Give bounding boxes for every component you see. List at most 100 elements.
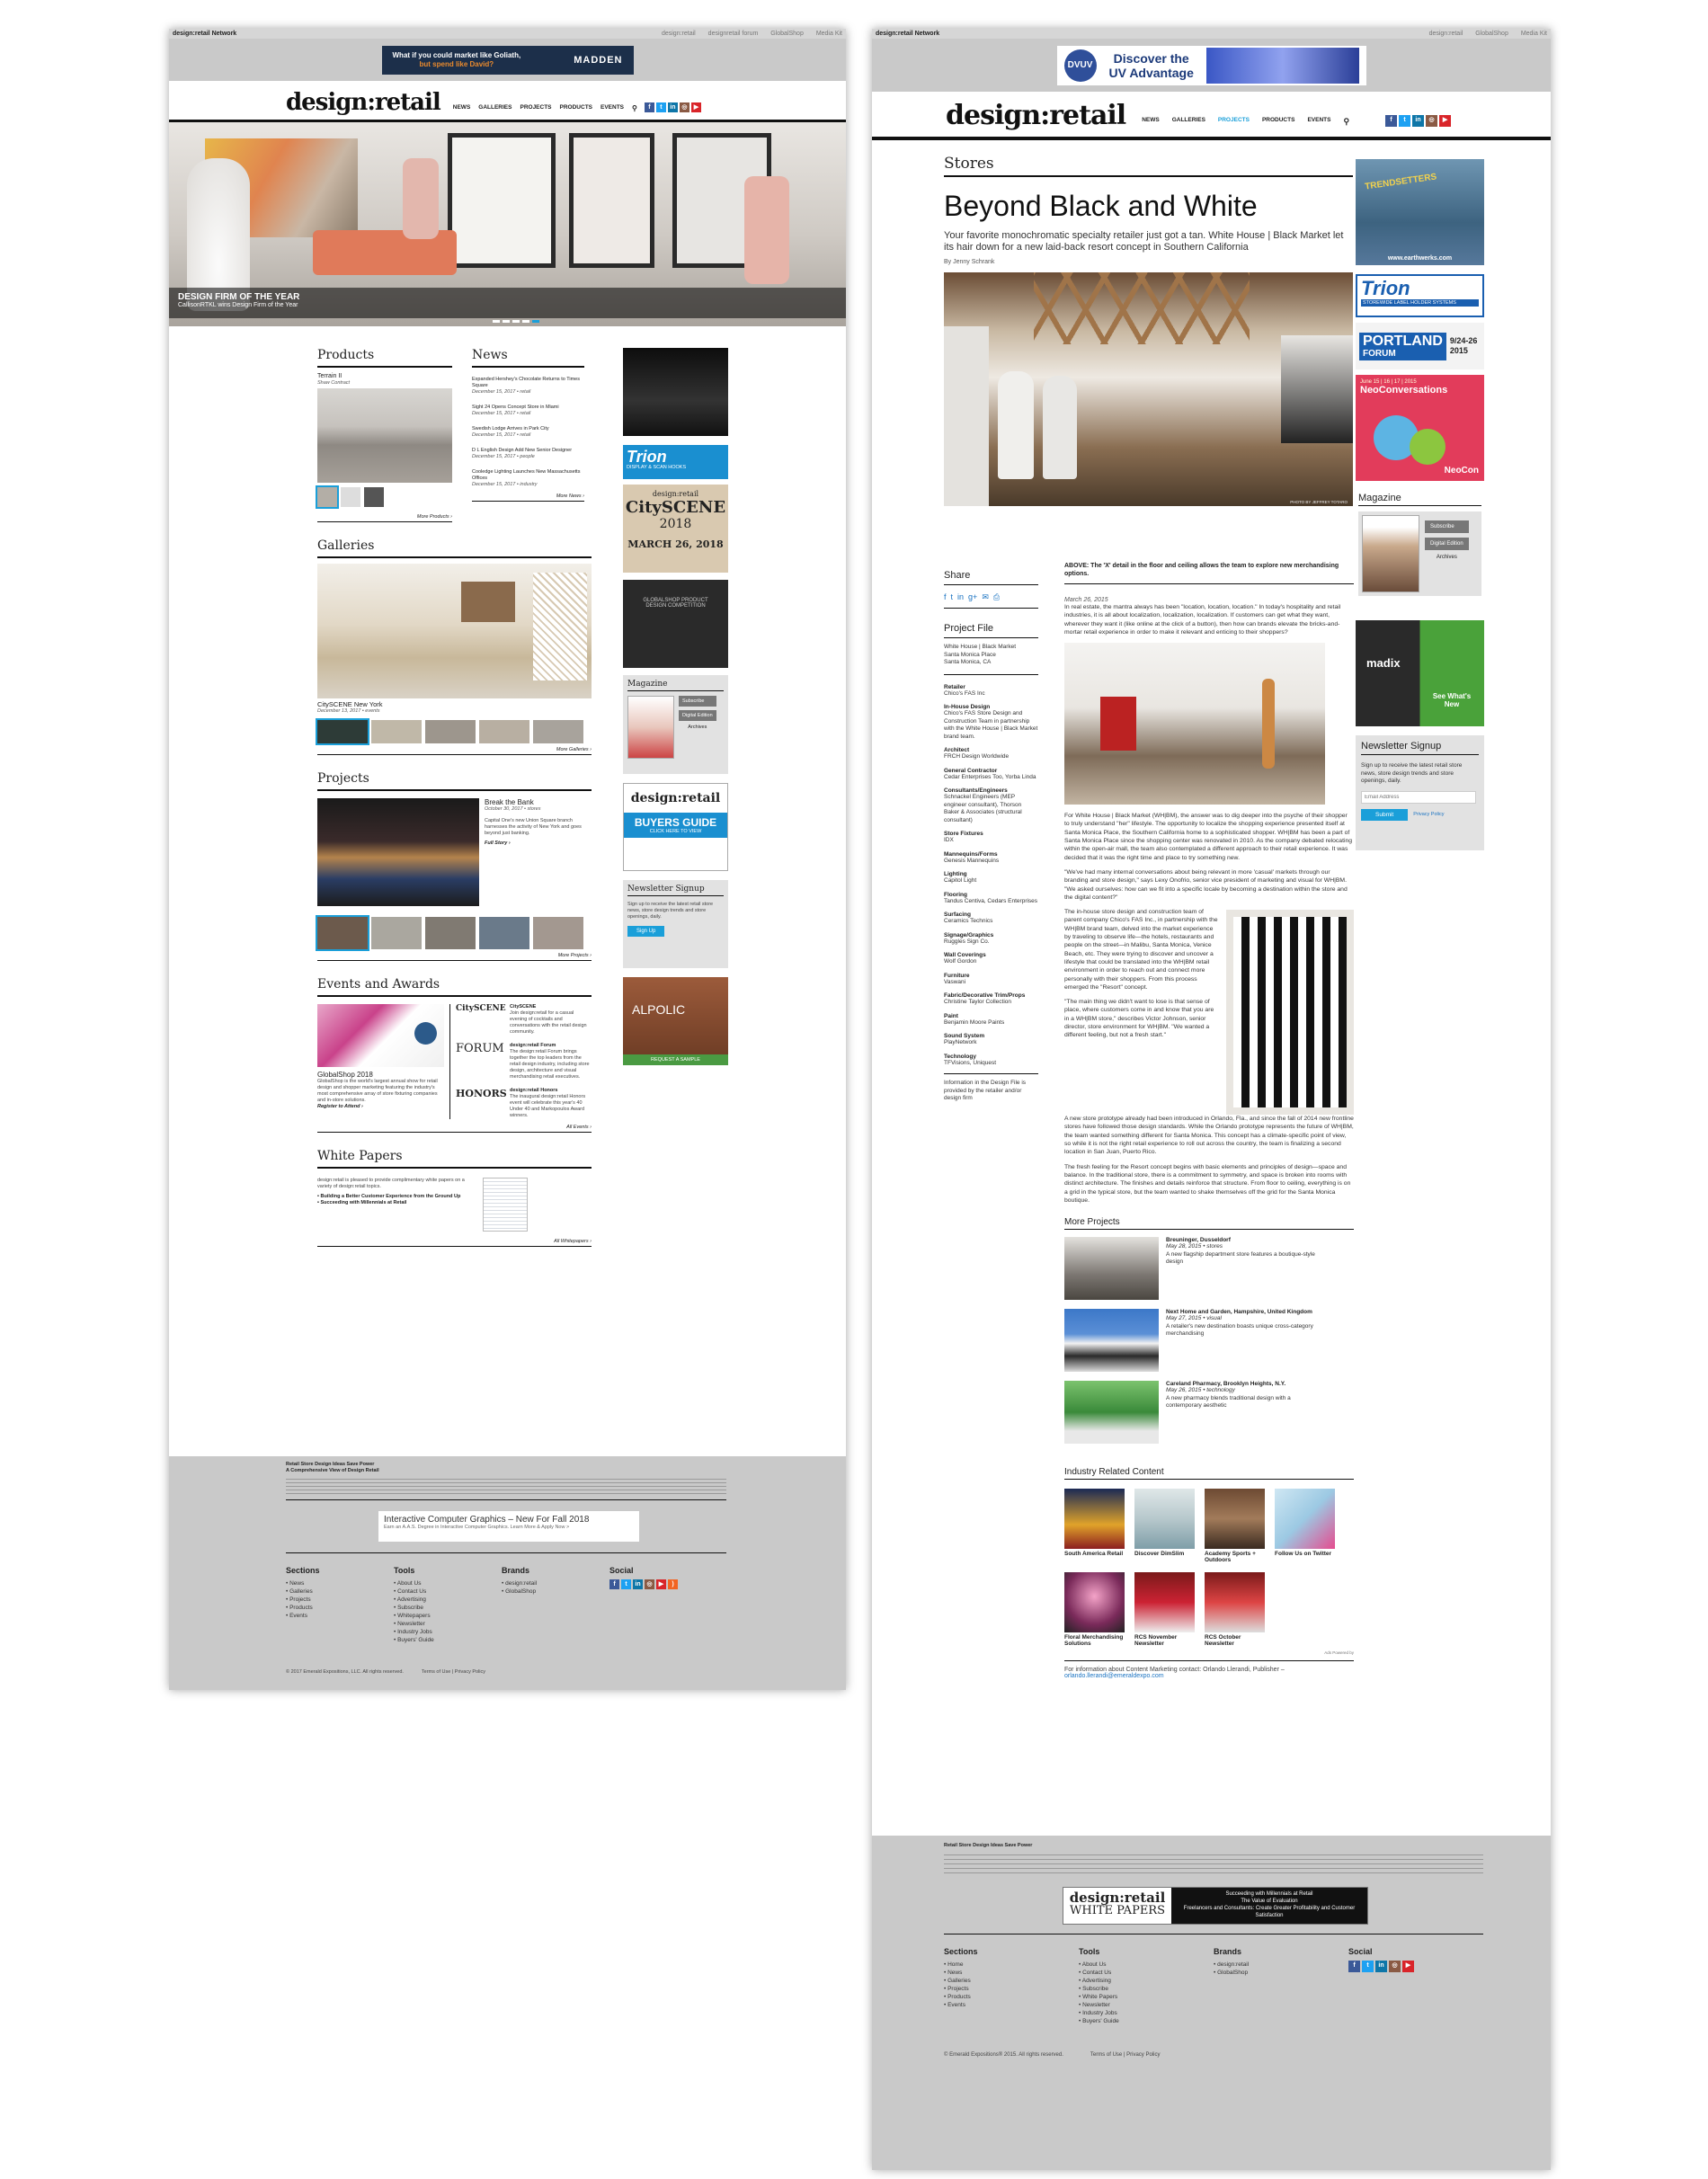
- gallery-thumbnail[interactable]: [425, 720, 476, 743]
- industry-thumb[interactable]: [1275, 1489, 1335, 1550]
- event-title[interactable]: design:retail Honors: [510, 1088, 591, 1094]
- rss-icon[interactable]: ): [668, 1579, 678, 1589]
- digital-edition-button[interactable]: Digital Edition: [679, 710, 716, 721]
- product-image[interactable]: [317, 388, 452, 483]
- project-thumbnail[interactable]: [371, 917, 422, 949]
- footer-link[interactable]: • News: [944, 1969, 1079, 1977]
- industry-label[interactable]: Floral Merchandising Solutions: [1064, 1634, 1125, 1647]
- more-project-title[interactable]: Careland Pharmacy, Brooklyn Heights, N.Y…: [1166, 1381, 1328, 1387]
- facebook-icon[interactable]: f: [1385, 115, 1398, 127]
- carousel-dot-active[interactable]: [532, 320, 539, 323]
- news-item[interactable]: Cooledge Lighting Launches New Massachus…: [472, 469, 584, 488]
- network-link[interactable]: Media Kit: [816, 31, 842, 37]
- industry-item[interactable]: South America Retail: [1064, 1489, 1125, 1563]
- magazine-cover[interactable]: [627, 696, 674, 759]
- footer-link[interactable]: • Projects: [944, 1985, 1079, 1993]
- twitter-icon[interactable]: t: [655, 102, 666, 112]
- carousel-dot[interactable]: [512, 320, 520, 323]
- industry-item[interactable]: Academy Sports + Outdoors: [1205, 1489, 1265, 1563]
- trion-ad[interactable]: Trion STOREWIDE LABEL HOLDER SYSTEMS: [1356, 274, 1484, 317]
- more-project-thumb[interactable]: [1064, 1381, 1159, 1445]
- footer-link[interactable]: • design:retail: [1214, 1961, 1348, 1969]
- network-link[interactable]: GlobalShop: [1475, 31, 1508, 37]
- footer-link[interactable]: • Subscribe: [1079, 1985, 1214, 1993]
- industry-thumb[interactable]: [1134, 1489, 1195, 1550]
- linkedin-icon[interactable]: in: [633, 1579, 643, 1589]
- footer-link[interactable]: • GlobalShop: [1214, 1969, 1348, 1977]
- twitter-icon[interactable]: t: [621, 1579, 631, 1589]
- neocon-ad[interactable]: June 15 | 16 | 17 | 2015 NeoConversation…: [1356, 375, 1484, 481]
- alpolic-ad[interactable]: ALPOLIC REQUEST A SAMPLE: [623, 977, 728, 1065]
- gallery-thumbnail[interactable]: [316, 718, 369, 745]
- product-title[interactable]: Terrain II: [317, 373, 452, 380]
- industry-thumb[interactable]: [1064, 1572, 1125, 1633]
- sidebar-ad-photo[interactable]: [623, 348, 728, 436]
- more-project-title[interactable]: Next Home and Garden, Hampshire, United …: [1166, 1309, 1328, 1315]
- industry-item[interactable]: Floral Merchandising Solutions: [1064, 1572, 1125, 1647]
- industry-item[interactable]: RCS October Newsletter: [1205, 1572, 1265, 1647]
- whitepaper-title[interactable]: Succeeding with Millennials at Retail: [320, 1200, 406, 1205]
- dvuv-banner-ad[interactable]: DVUV Discover the UV Advantage: [1056, 45, 1366, 85]
- email-share-icon[interactable]: ✉: [982, 592, 989, 602]
- trion-ad[interactable]: Trion DISPLAY & SCAN HOOKS: [623, 445, 728, 479]
- event-item[interactable]: HONORS design:retail Honors The inaugura…: [456, 1088, 591, 1119]
- project-title[interactable]: Break the Bank: [485, 798, 592, 806]
- news-item-title[interactable]: Sight 24 Opens Concept Store in Miami: [472, 405, 584, 411]
- whitepapers-banner-ad[interactable]: design:retail WHITE PAPERS Succeeding wi…: [1063, 1887, 1368, 1925]
- product-thumbnail[interactable]: [316, 485, 339, 509]
- industry-item[interactable]: Discover DimSlim: [1134, 1489, 1195, 1563]
- industry-item[interactable]: Follow Us on Twitter: [1275, 1489, 1335, 1563]
- project-thumbnail[interactable]: [425, 917, 476, 949]
- whitepaper-cover[interactable]: [483, 1178, 528, 1232]
- portland-forum-ad[interactable]: PORTLAND FORUM 9/24-26 2015: [1356, 323, 1484, 369]
- search-icon[interactable]: ⚲: [1343, 117, 1349, 127]
- nav-news[interactable]: NEWS: [1142, 117, 1160, 127]
- digital-edition-button[interactable]: Digital Edition: [1425, 538, 1469, 550]
- footer-link[interactable]: • Advertising: [1079, 1977, 1214, 1985]
- archives-link[interactable]: Archives: [1425, 555, 1469, 560]
- footer-link[interactable]: • Products: [944, 1993, 1079, 2001]
- footer-link[interactable]: • Products: [286, 1604, 394, 1612]
- gallery-thumbnail[interactable]: [371, 720, 422, 743]
- footer-link[interactable]: • Galleries: [286, 1588, 394, 1596]
- footer-link[interactable]: • Contact Us: [1079, 1969, 1214, 1977]
- more-project-item[interactable]: Next Home and Garden, Hampshire, United …: [1064, 1309, 1354, 1373]
- article-striped-curtain-image[interactable]: [1226, 910, 1354, 1116]
- industry-thumb[interactable]: [1064, 1489, 1125, 1550]
- buyers-guide-ad[interactable]: design:retail BUYERS GUIDE CLICK HERE TO…: [623, 783, 728, 871]
- youtube-icon[interactable]: ▶: [656, 1579, 666, 1589]
- linkedin-icon[interactable]: in: [1412, 115, 1425, 127]
- madden-banner-ad[interactable]: What if you could market like Goliath, b…: [381, 45, 634, 75]
- news-item-title[interactable]: D L English Design Add New Senior Design…: [472, 448, 584, 454]
- youtube-icon[interactable]: ▶: [1402, 1961, 1414, 1972]
- footer-link[interactable]: • About Us: [1079, 1961, 1214, 1969]
- project-thumbnail[interactable]: [533, 917, 583, 949]
- news-item[interactable]: D L English Design Add New Senior Design…: [472, 448, 584, 460]
- facebook-icon[interactable]: f: [609, 1579, 619, 1589]
- news-item[interactable]: Swedish Lodge Arrives in Park City Decem…: [472, 426, 584, 439]
- industry-label[interactable]: Discover DimSlim: [1134, 1551, 1195, 1557]
- footer-link[interactable]: • Contact Us: [394, 1588, 502, 1596]
- footer-link[interactable]: • Industry Jobs: [1079, 2009, 1214, 2017]
- industry-label[interactable]: Academy Sports + Outdoors: [1205, 1551, 1265, 1563]
- news-item-title[interactable]: Expanded Hershey's Chocolate Returns to …: [472, 377, 584, 389]
- facebook-icon[interactable]: f: [644, 102, 654, 112]
- footer-link[interactable]: • Galleries: [944, 1977, 1079, 1985]
- linkedin-share-icon[interactable]: in: [957, 592, 964, 602]
- more-project-item[interactable]: Careland Pharmacy, Brooklyn Heights, N.Y…: [1064, 1381, 1354, 1445]
- hero-title[interactable]: DESIGN FIRM OF THE YEAR: [178, 292, 837, 302]
- carousel-dot[interactable]: [522, 320, 529, 323]
- gallery-title[interactable]: CitySCENE New York: [317, 701, 592, 708]
- email-input[interactable]: [1361, 790, 1476, 804]
- more-products-link[interactable]: More Products ›: [317, 514, 452, 522]
- instagram-icon[interactable]: ◎: [645, 1579, 654, 1589]
- gallery-image[interactable]: [317, 564, 592, 698]
- industry-thumb[interactable]: [1205, 1572, 1265, 1633]
- signup-button[interactable]: Sign Up: [627, 926, 665, 937]
- submit-button[interactable]: Submit: [1361, 808, 1409, 821]
- footer-link[interactable]: • Advertising: [394, 1596, 502, 1604]
- nav-projects-active[interactable]: PROJECTS: [1218, 117, 1250, 127]
- footer-link[interactable]: • Newsletter: [394, 1620, 502, 1628]
- industry-label[interactable]: RCS October Newsletter: [1205, 1634, 1265, 1647]
- nav-projects[interactable]: PROJECTS: [520, 104, 551, 112]
